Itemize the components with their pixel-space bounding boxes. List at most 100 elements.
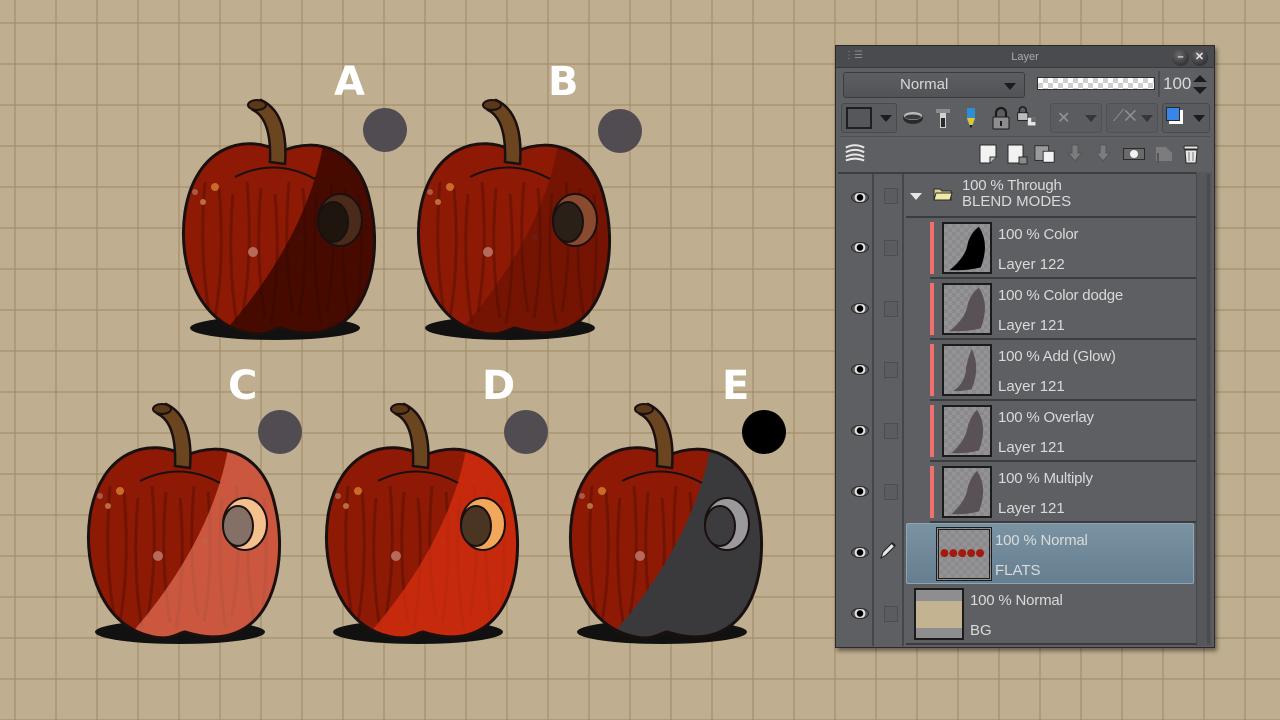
layer-checkbox[interactable] (884, 301, 898, 317)
eye-icon[interactable] (851, 364, 869, 375)
drawing-canvas[interactable]: A B C D E (0, 0, 820, 720)
apple-hole (552, 201, 584, 243)
minimize-icon[interactable]: – (1172, 49, 1189, 66)
panel-titlebar[interactable]: ⋮☰ Layer – ✕ (836, 46, 1214, 68)
layer-checkbox[interactable] (884, 240, 898, 256)
layer-name: Layer 121 (998, 378, 1065, 395)
layer-name: Layer 121 (998, 317, 1065, 334)
layer-mode-label: 100 % Color (998, 226, 1079, 243)
pen-editing-icon (878, 541, 898, 566)
draft-layer-icon[interactable] (960, 106, 982, 130)
layer-color-swatch-icon (1166, 107, 1180, 121)
layer-thumbnail (942, 405, 992, 457)
layer-thumbnail (914, 588, 964, 640)
layer-thumbnail (936, 527, 992, 581)
layer-name: FLATS (995, 562, 1041, 579)
create-mask-icon[interactable] (1122, 143, 1146, 165)
close-icon[interactable]: ✕ (1191, 49, 1208, 66)
opacity-value[interactable]: 100 (1163, 74, 1191, 94)
folder-expand-icon[interactable] (910, 193, 922, 200)
spin-down-icon[interactable] (1193, 87, 1207, 94)
layer-mode-label: 100 % Color dodge (998, 287, 1124, 304)
blend-mode-select[interactable]: Normal (843, 72, 1025, 98)
layer-mode-label: 100 % Multiply (998, 470, 1093, 487)
layer-mode-label: 100 % Normal (970, 592, 1063, 609)
layer-mode-label: 100 % Through (962, 177, 1062, 194)
chevron-down-icon (880, 115, 892, 122)
layer-row[interactable]: 100 % Overlay Layer 121 (838, 401, 1196, 462)
layer-name: Layer 122 (998, 256, 1065, 273)
layer-color-swatch-button[interactable] (1162, 103, 1210, 133)
layer-list: 100 % Through BLEND MODES 100 % Color La… (838, 172, 1196, 646)
eye-icon[interactable] (851, 547, 869, 558)
eye-icon[interactable] (851, 192, 869, 203)
layer-name: BLEND MODES (962, 193, 1072, 210)
opacity-spinner[interactable] (1193, 75, 1207, 97)
clipping-indicator (930, 344, 934, 396)
lock-transparency-icon[interactable] (1016, 106, 1038, 130)
mask-enable-button[interactable]: ✕ (1050, 103, 1102, 133)
eye-icon[interactable] (851, 486, 869, 497)
folder-icon (933, 186, 953, 207)
panel-title: Layer (1011, 51, 1039, 63)
apple-illustration-d (318, 396, 528, 656)
layer-name: Layer 121 (998, 439, 1065, 456)
layer-row[interactable]: 100 % Color Layer 122 (838, 218, 1196, 279)
chevron-down-icon (1141, 115, 1153, 122)
delete-layer-icon[interactable] (1180, 143, 1202, 165)
merge-down-icon[interactable] (1092, 143, 1114, 165)
eye-icon[interactable] (851, 242, 869, 253)
clipping-indicator (930, 405, 934, 457)
layer-row[interactable]: 100 % Multiply Layer 121 (838, 462, 1196, 523)
layer-panel: ⋮☰ Layer – ✕ Normal 100 ✕ ⟋✕ 100 % Throu… (835, 45, 1215, 648)
blend-mode-value: Normal (900, 76, 949, 93)
apple-illustration-b (410, 92, 620, 352)
layer-stack-icon[interactable] (844, 143, 866, 165)
apple-hole (317, 201, 349, 243)
layer-checkbox[interactable] (884, 362, 898, 378)
opacity-slider[interactable] (1037, 71, 1160, 97)
layer-checkbox[interactable] (884, 188, 898, 204)
clip-below-icon[interactable] (902, 106, 924, 130)
clipping-indicator (930, 283, 934, 335)
layer-checkbox[interactable] (884, 606, 898, 622)
layer-mode-label: 100 % Normal (995, 532, 1088, 549)
layer-thumbnail (942, 283, 992, 335)
new-folder-icon[interactable] (1034, 143, 1056, 165)
layer-color-icon (846, 107, 872, 129)
apple-illustration-c (80, 396, 290, 656)
chevron-down-icon (1004, 83, 1016, 90)
layer-mode-label: 100 % Add (Glow) (998, 348, 1116, 365)
apply-mask-icon[interactable] (1152, 143, 1174, 165)
new-raster-layer-icon[interactable] (978, 143, 1000, 165)
layer-checkbox[interactable] (884, 484, 898, 500)
eye-icon[interactable] (851, 303, 869, 314)
apple-hole (222, 505, 254, 547)
layer-row-selected[interactable]: 100 % Normal FLATS (838, 523, 1196, 584)
chevron-down-icon (1193, 115, 1205, 122)
layer-thumbnail (942, 222, 992, 274)
layer-color-button[interactable] (841, 103, 897, 133)
layer-thumbnail (942, 344, 992, 396)
layer-checkbox[interactable] (884, 423, 898, 439)
ruler-enable-button[interactable]: ⟋✕ (1106, 103, 1158, 133)
spin-up-icon[interactable] (1193, 75, 1207, 82)
layer-list-scrollbar[interactable] (1196, 172, 1212, 646)
reference-layer-icon[interactable] (932, 106, 954, 130)
eye-icon[interactable] (851, 608, 869, 619)
layer-name: Layer 121 (998, 500, 1065, 517)
transfer-down-icon[interactable] (1064, 143, 1086, 165)
layer-thumbnail (942, 466, 992, 518)
chevron-down-icon (1085, 115, 1097, 122)
clipping-indicator (930, 466, 934, 518)
ruler-enable-icon: ⟋✕ (1113, 108, 1137, 125)
layer-row[interactable]: 100 % Color dodge Layer 121 (838, 279, 1196, 340)
clipping-indicator (930, 222, 934, 274)
apple-illustration-a (175, 92, 385, 352)
layer-row[interactable]: 100 % Normal BG (838, 584, 1196, 645)
layer-row[interactable]: 100 % Add (Glow) Layer 121 (838, 340, 1196, 401)
eye-icon[interactable] (851, 425, 869, 436)
apple-hole (460, 505, 492, 547)
lock-icon[interactable] (990, 106, 1012, 130)
new-vector-layer-icon[interactable] (1006, 143, 1028, 165)
